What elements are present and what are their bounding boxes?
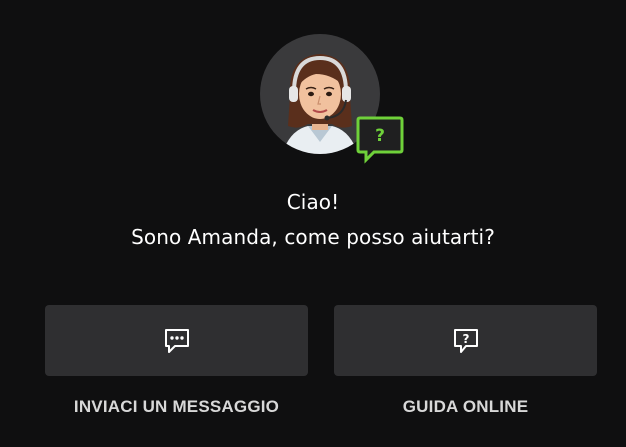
send-message-button[interactable]	[45, 305, 308, 376]
greeting-subtitle: Sono Amanda, come posso aiutarti?	[131, 225, 495, 249]
badge-question-mark: ?	[375, 126, 385, 146]
chat-bubble-dots-icon	[163, 327, 191, 355]
assistant-avatar-group: ?	[260, 34, 406, 166]
send-message-label[interactable]: INVIACI UN MESSAGGIO	[45, 397, 308, 417]
help-chat-badge-icon: ?	[354, 114, 406, 166]
help-bubble-icon: ?	[452, 327, 480, 355]
greeting-title: Ciao!	[286, 190, 340, 214]
online-guide-button[interactable]: ?	[334, 305, 597, 376]
online-guide-label[interactable]: GUIDA ONLINE	[334, 397, 597, 417]
help-bubble-question-mark: ?	[462, 332, 469, 346]
